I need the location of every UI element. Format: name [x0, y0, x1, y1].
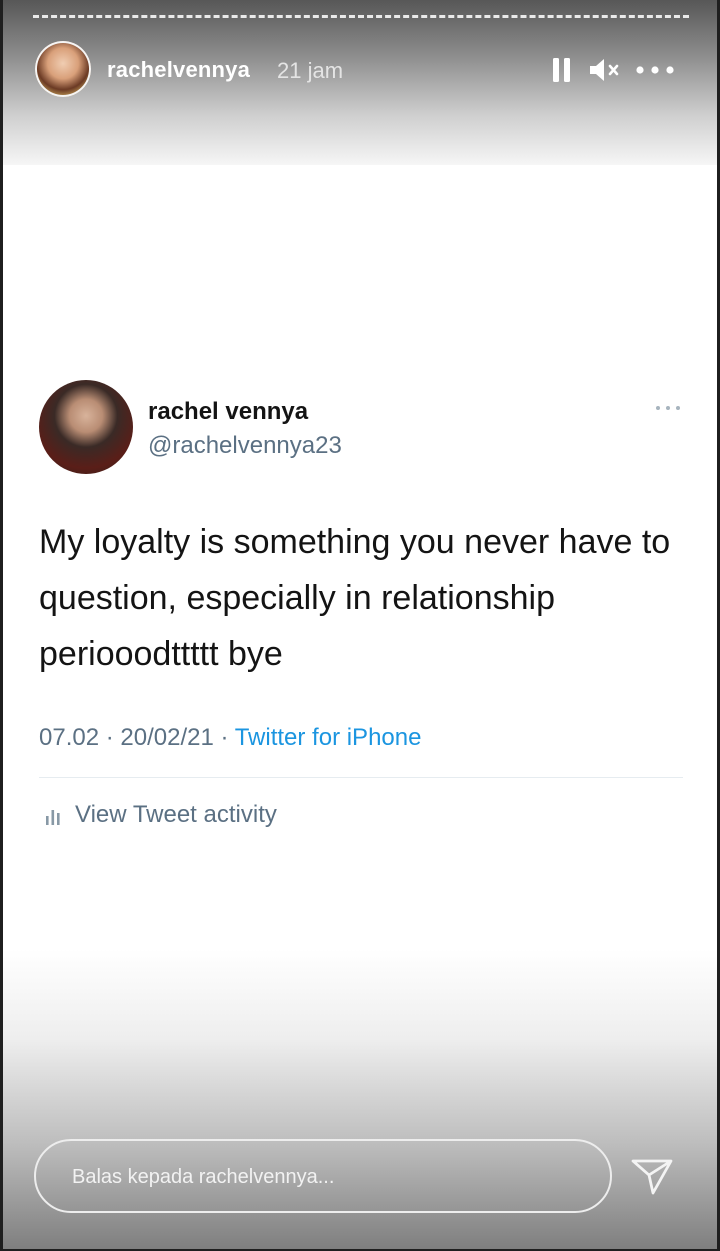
reply-placeholder: Balas kepada rachelvennya... [72, 1166, 335, 1188]
send-button[interactable] [629, 1155, 675, 1197]
bar-chart-icon [46, 810, 60, 825]
tweet-text: My loyalty is something you never have t… [39, 523, 671, 673]
story-username[interactable]: rachelvennya [107, 57, 250, 83]
tweet-meta: 07.02 · 20/02/21 · Twitter for iPhone [39, 724, 421, 752]
story-avatar[interactable] [35, 41, 91, 97]
tweet-display-name: rachel vennya [148, 398, 309, 425]
story-time: 21 jam [277, 58, 344, 83]
tweet-avatar [39, 380, 133, 474]
mute-button[interactable] [585, 54, 623, 86]
view-tweet-activity-label: View Tweet activity [75, 801, 277, 828]
tweet-card: rachel vennya @rachelvennya23 My loyalty… [3, 370, 717, 857]
divider [39, 777, 683, 778]
tweet-more-icon [651, 398, 685, 418]
reply-input[interactable]: Balas kepada rachelvennya... [34, 1139, 612, 1213]
pause-button[interactable] [548, 54, 576, 86]
tweet-handle: @rachelvennya23 [148, 432, 342, 459]
send-icon [631, 1159, 673, 1195]
tweet-activity: View Tweet activity [43, 798, 277, 832]
story-more-button[interactable] [633, 54, 677, 86]
more-horizontal-icon [636, 66, 674, 74]
tweet-timestamp: 07.02 · 20/02/21 · [39, 724, 235, 751]
speaker-muted-icon [590, 59, 619, 81]
story-header: rachelvennya 21 jam [33, 40, 687, 100]
pause-icon [553, 58, 570, 82]
story-progress-bar [33, 15, 689, 18]
tweet-source: Twitter for iPhone [234, 724, 422, 751]
story-viewer: rachelvennya 21 jam rachel vennya @rache… [3, 0, 717, 1249]
